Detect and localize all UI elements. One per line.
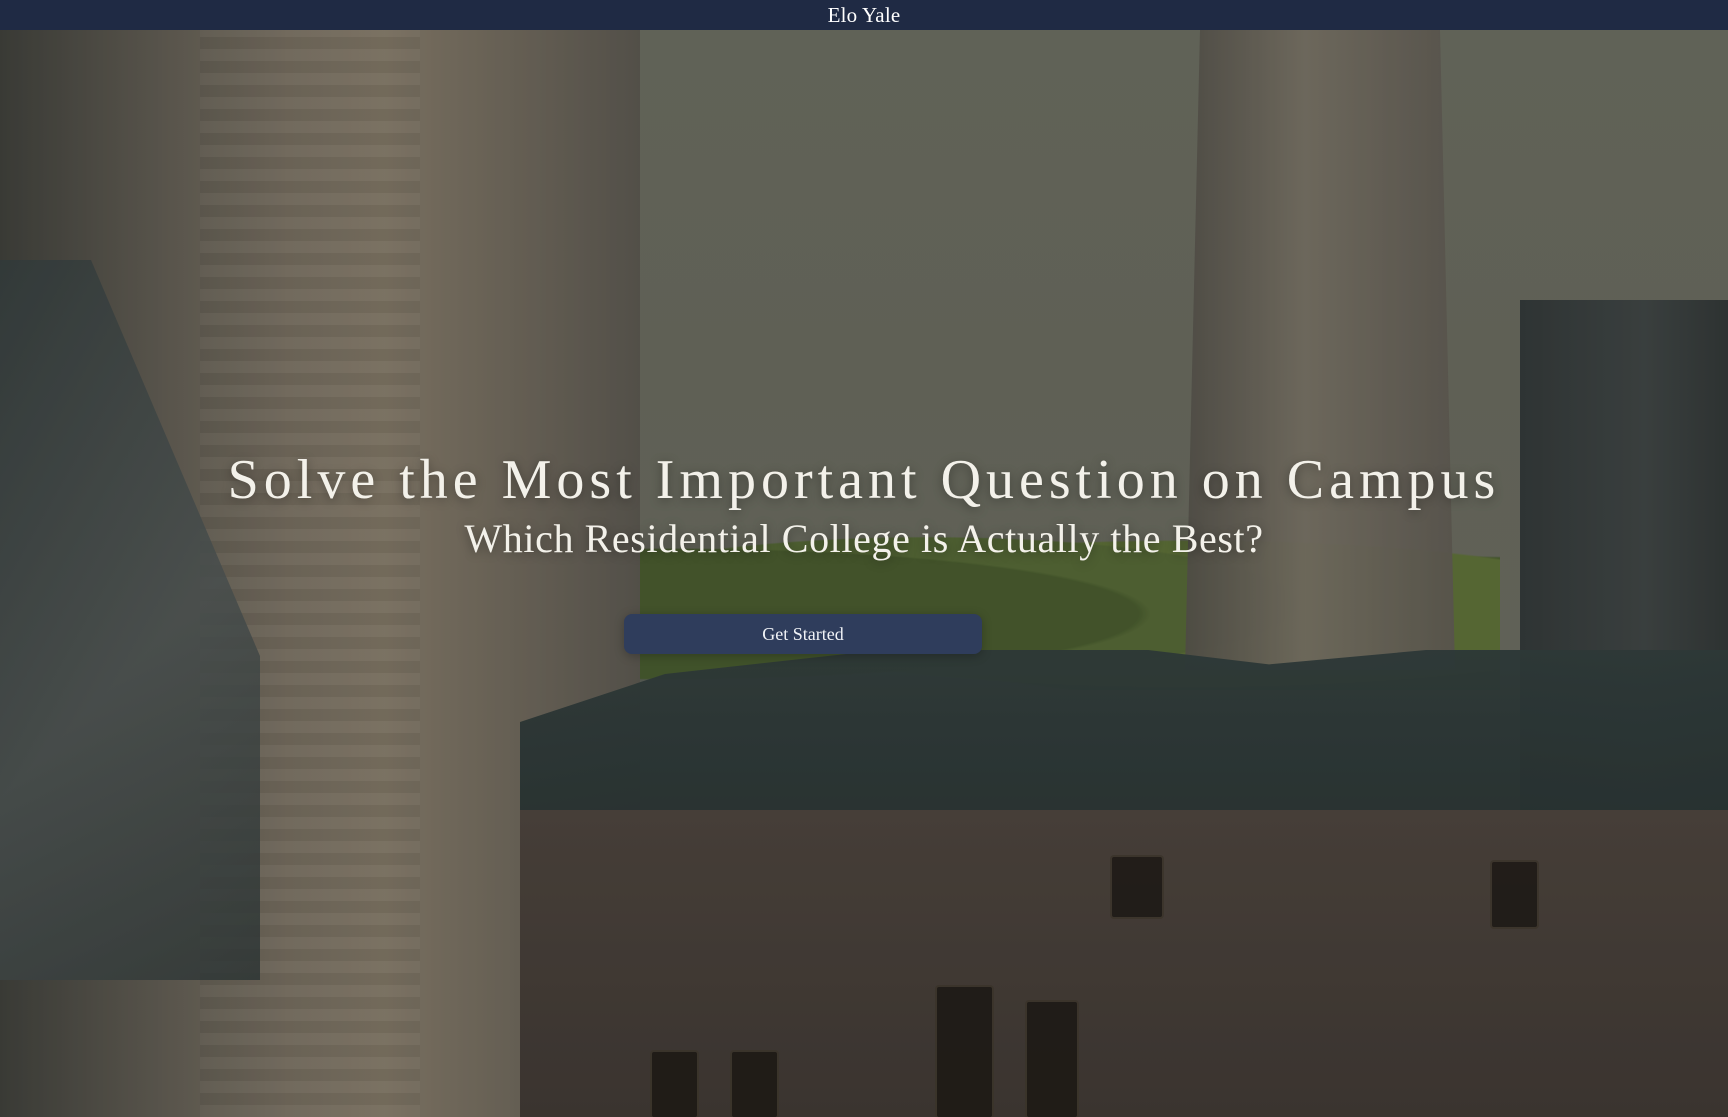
hero-subtitle: Which Residential College is Actually th… — [464, 516, 1264, 561]
hero-title: Solve the Most Important Question on Cam… — [227, 449, 1501, 511]
top-nav-bar: Elo Yale — [0, 0, 1728, 30]
site-brand[interactable]: Elo Yale — [828, 3, 901, 28]
get-started-button[interactable]: Get Started — [624, 614, 982, 654]
hero-content: Solve the Most Important Question on Cam… — [0, 30, 1728, 1117]
hero-section: Solve the Most Important Question on Cam… — [0, 30, 1728, 1117]
